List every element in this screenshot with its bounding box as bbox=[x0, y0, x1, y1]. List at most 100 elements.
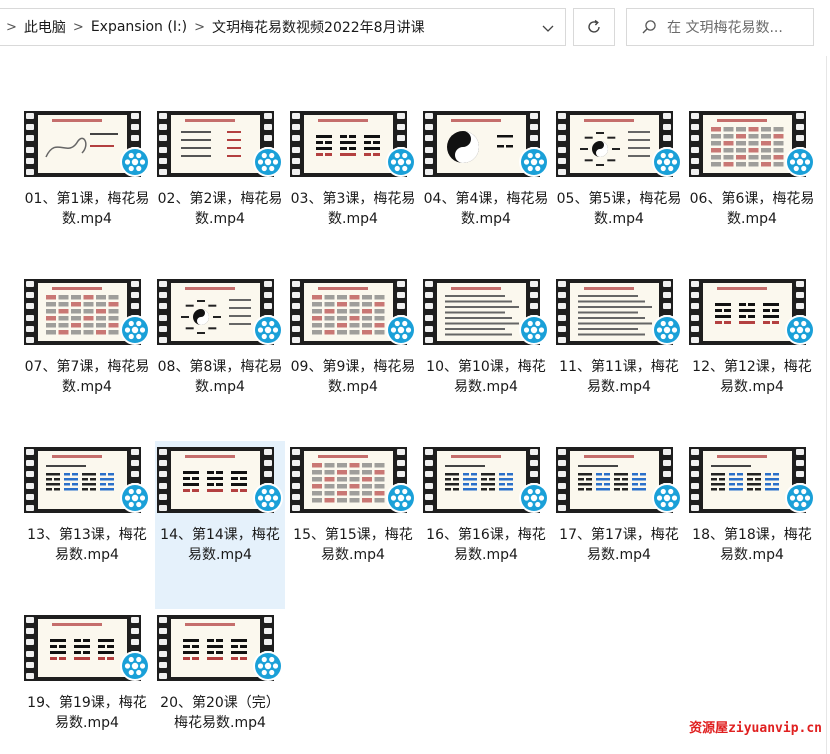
thumbnail-frame bbox=[171, 619, 260, 677]
thumbnail-frame bbox=[437, 451, 526, 509]
media-player-icon bbox=[253, 147, 283, 177]
watermark: 资源屋ziyuanvip.cn bbox=[687, 717, 824, 736]
file-item[interactable]: 09、第9课，梅花易数.mp4 bbox=[288, 273, 418, 441]
chevron-right-icon[interactable]: > bbox=[187, 20, 212, 35]
refresh-button[interactable] bbox=[573, 8, 615, 46]
thumbnail-frame bbox=[304, 115, 393, 173]
file-item[interactable]: 07、第7课，梅花易数.mp4 bbox=[22, 273, 152, 441]
media-player-icon bbox=[386, 147, 416, 177]
thumbnail-frame bbox=[38, 283, 127, 341]
thumbnail-slide bbox=[181, 119, 241, 157]
media-player-icon bbox=[386, 483, 416, 513]
thumbnail-slide bbox=[580, 119, 650, 166]
media-player-icon bbox=[120, 147, 150, 177]
scrollbar-track[interactable] bbox=[826, 56, 827, 754]
address-toolbar: > 此电脑 > Expansion (I:) > 文玥梅花易数视频2022年8月… bbox=[0, 0, 830, 56]
thumbnail-slide bbox=[46, 455, 114, 491]
file-item[interactable]: 06、第6课，梅花易数.mp4 bbox=[687, 105, 817, 273]
chevron-right-icon[interactable]: > bbox=[0, 20, 24, 35]
file-item[interactable]: 17、第17课，梅花易数.mp4 bbox=[554, 441, 684, 609]
film-perforation bbox=[691, 281, 699, 343]
file-name: 03、第3课，梅花易数.mp4 bbox=[290, 191, 416, 227]
film-perforation bbox=[159, 113, 167, 175]
breadcrumb-folder[interactable]: 文玥梅花易数视频2022年8月讲课 bbox=[212, 17, 425, 37]
file-name: 07、第7课，梅花易数.mp4 bbox=[24, 359, 150, 395]
thumbnail-frame bbox=[171, 283, 260, 341]
file-item[interactable]: 10、第10课，梅花易数.mp4 bbox=[421, 273, 551, 441]
file-name: 05、第5课，梅花易数.mp4 bbox=[556, 191, 682, 227]
file-name: 18、第18课，梅花易数.mp4 bbox=[692, 527, 812, 563]
file-name: 15、第15课，梅花易数.mp4 bbox=[293, 527, 413, 563]
file-item[interactable]: 08、第8课，梅花易数.mp4 bbox=[155, 273, 285, 441]
file-name: 08、第8课，梅花易数.mp4 bbox=[157, 359, 283, 395]
thumbnail-slide bbox=[183, 623, 247, 660]
file-item[interactable]: 14、第14课，梅花易数.mp4 bbox=[155, 441, 285, 609]
media-player-icon bbox=[253, 651, 283, 681]
chevron-down-icon[interactable] bbox=[540, 20, 556, 36]
thumbnail-slide bbox=[46, 287, 119, 335]
thumbnail-slide bbox=[312, 455, 385, 503]
file-name: 02、第2课，梅花易数.mp4 bbox=[157, 191, 283, 227]
file-item[interactable]: 12、第12课，梅花易数.mp4 bbox=[687, 273, 817, 441]
file-item[interactable]: 02、第2课，梅花易数.mp4 bbox=[155, 105, 285, 273]
file-item[interactable]: 19、第19课，梅花易数.mp4 bbox=[22, 609, 152, 754]
thumbnail-slide bbox=[445, 287, 519, 336]
thumbnail-slide bbox=[183, 455, 247, 492]
media-player-icon bbox=[386, 315, 416, 345]
thumbnail-frame bbox=[437, 283, 526, 341]
media-player-icon bbox=[120, 315, 150, 345]
file-name: 01、第1课，梅花易数.mp4 bbox=[24, 191, 150, 227]
file-item[interactable]: 16、第16课，梅花易数.mp4 bbox=[421, 441, 551, 609]
file-item[interactable]: 20、第20课（完）梅花易数.mp4 bbox=[155, 609, 285, 754]
chevron-right-icon[interactable]: > bbox=[66, 20, 91, 35]
media-player-icon bbox=[519, 147, 549, 177]
file-grid[interactable]: 01、第1课，梅花易数.mp4 02、第2课，梅花易数.mp4 03、第3课，梅花易… bbox=[0, 56, 830, 754]
breadcrumb-this-pc[interactable]: 此电脑 bbox=[24, 17, 66, 37]
film-perforation bbox=[691, 113, 699, 175]
breadcrumb-drive[interactable]: Expansion (I:) bbox=[91, 19, 187, 35]
media-player-icon bbox=[519, 483, 549, 513]
thumbnail-frame bbox=[38, 451, 127, 509]
thumbnail-slide bbox=[312, 287, 385, 335]
film-perforation bbox=[26, 617, 34, 679]
file-name: 16、第16课，梅花易数.mp4 bbox=[426, 527, 546, 563]
refresh-icon bbox=[588, 19, 600, 33]
media-player-icon bbox=[652, 315, 682, 345]
film-perforation bbox=[691, 449, 699, 511]
file-item[interactable]: 01、第1课，梅花易数.mp4 bbox=[22, 105, 152, 273]
file-name: 10、第10课，梅花易数.mp4 bbox=[426, 359, 546, 395]
film-perforation bbox=[159, 281, 167, 343]
film-perforation bbox=[425, 113, 433, 175]
file-item[interactable]: 03、第3课，梅花易数.mp4 bbox=[288, 105, 418, 273]
file-name: 20、第20课（完）梅花易数.mp4 bbox=[160, 695, 280, 731]
file-item[interactable]: 11、第11课，梅花易数.mp4 bbox=[554, 273, 684, 441]
thumbnail-frame bbox=[38, 115, 127, 173]
file-item[interactable]: 18、第18课，梅花易数.mp4 bbox=[687, 441, 817, 609]
file-name: 11、第11课，梅花易数.mp4 bbox=[559, 359, 679, 395]
thumbnail-slide bbox=[445, 455, 513, 491]
file-name: 04、第4课，梅花易数.mp4 bbox=[423, 191, 549, 227]
film-perforation bbox=[159, 449, 167, 511]
media-player-icon bbox=[652, 147, 682, 177]
thumbnail-frame bbox=[703, 115, 792, 173]
film-perforation bbox=[26, 449, 34, 511]
thumbnail-slide bbox=[711, 119, 784, 167]
file-item[interactable]: 15、第15课，梅花易数.mp4 bbox=[288, 441, 418, 609]
address-bar[interactable]: > 此电脑 > Expansion (I:) > 文玥梅花易数视频2022年8月… bbox=[0, 8, 566, 46]
media-player-icon bbox=[253, 315, 283, 345]
film-perforation bbox=[26, 113, 34, 175]
film-perforation bbox=[292, 449, 300, 511]
file-item[interactable]: 04、第4课，梅花易数.mp4 bbox=[421, 105, 551, 273]
film-perforation bbox=[425, 281, 433, 343]
file-name: 14、第14课，梅花易数.mp4 bbox=[160, 527, 280, 563]
thumbnail-slide bbox=[50, 623, 114, 660]
file-item[interactable]: 05、第5课，梅花易数.mp4 bbox=[554, 105, 684, 273]
file-name: 09、第9课，梅花易数.mp4 bbox=[290, 359, 416, 395]
thumbnail-frame bbox=[38, 619, 127, 677]
search-input[interactable]: 在 文玥梅花易数... bbox=[626, 8, 814, 46]
thumbnail-frame bbox=[304, 451, 393, 509]
thumbnail-slide bbox=[578, 287, 652, 336]
media-player-icon bbox=[652, 483, 682, 513]
file-item[interactable]: 13、第13课，梅花易数.mp4 bbox=[22, 441, 152, 609]
search-icon bbox=[642, 20, 656, 34]
